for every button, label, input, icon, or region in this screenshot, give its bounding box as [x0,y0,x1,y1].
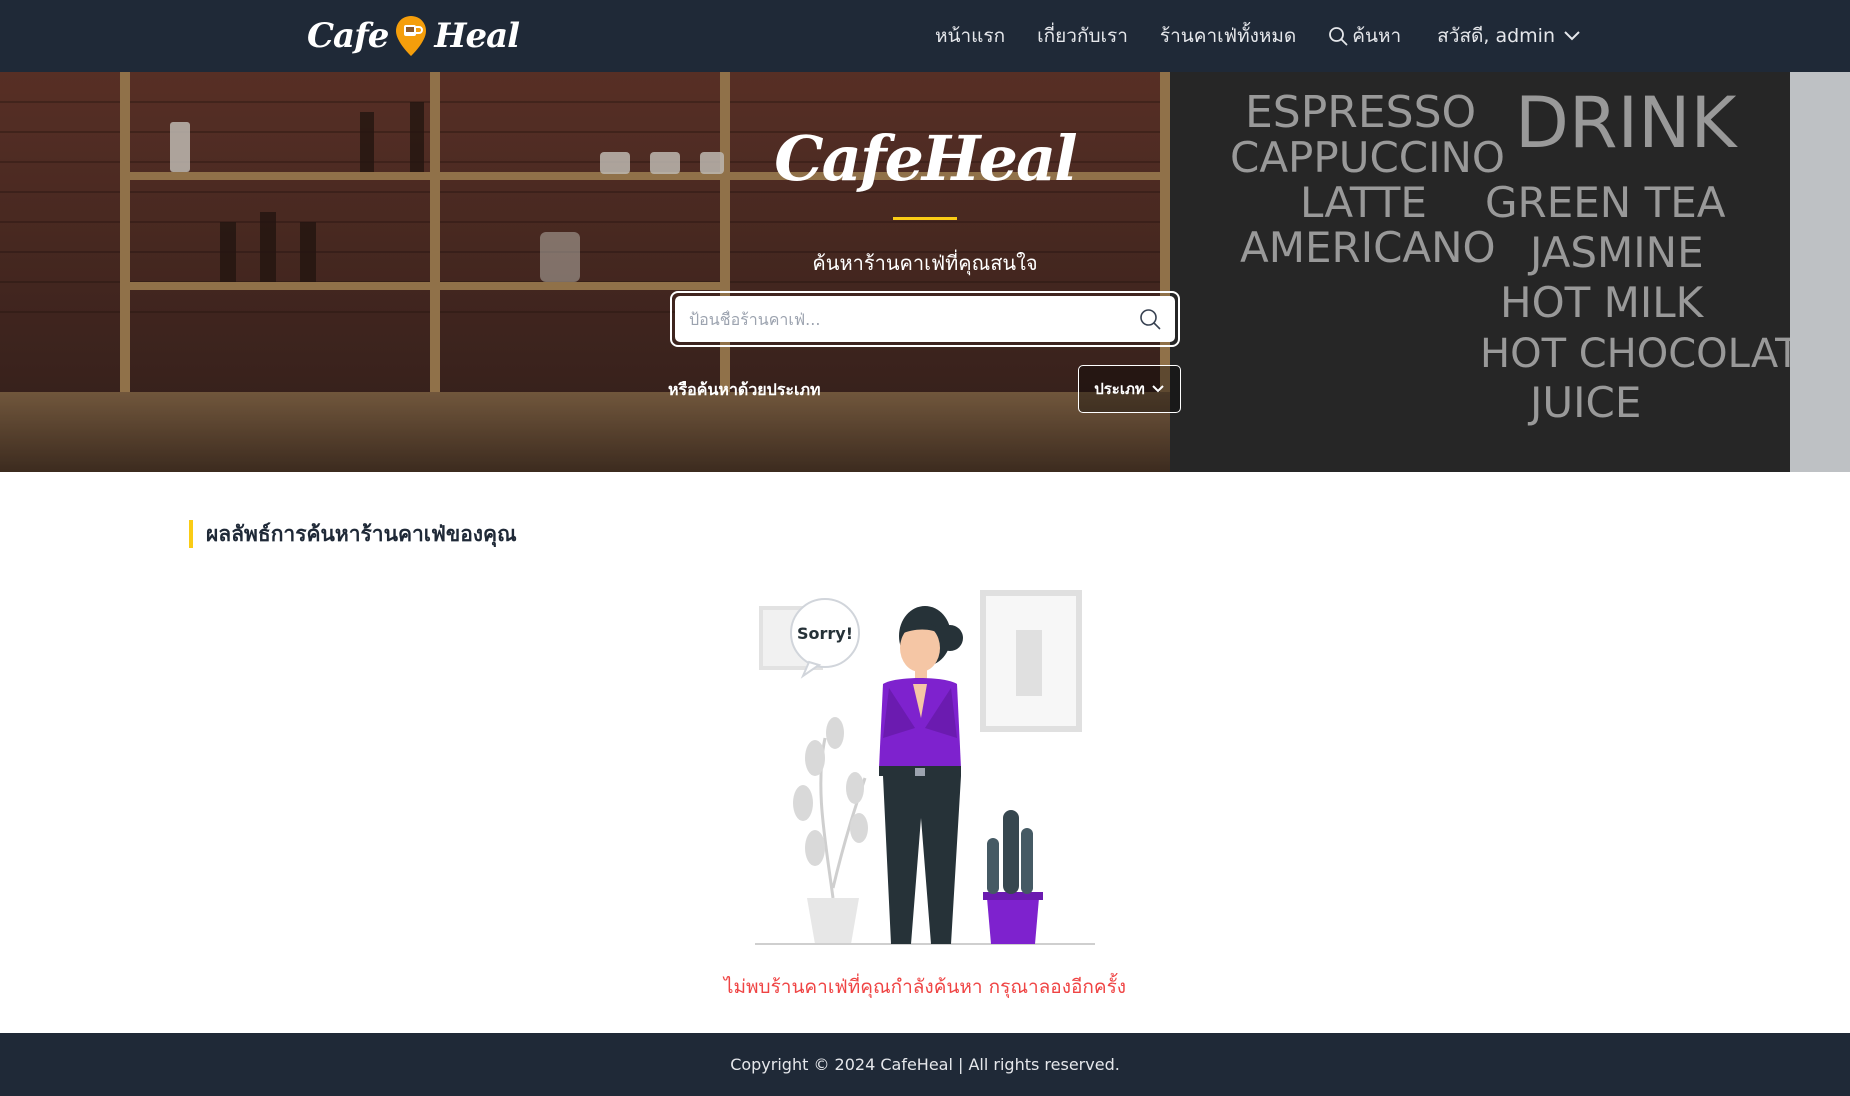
navbar: Cafe Heal หน้าแรก เกี่ยวกับเรา ร้านคาเฟ่… [0,0,1850,72]
brand-logo-right: Heal [434,16,520,56]
cafe-search-input[interactable] [689,309,1139,329]
nav-home-link[interactable]: หน้าแรก [935,21,1005,51]
search-icon[interactable] [1139,308,1161,330]
footer-copyright: Copyright © 2024 CafeHeal | All rights r… [730,1055,1120,1074]
hero-title: CafeHeal [774,122,1077,195]
main-nav: หน้าแรก เกี่ยวกับเรา ร้านคาเฟ่ทั้งหมด ค้… [935,0,1581,72]
user-greeting: สวัสดี, admin [1437,25,1555,47]
hero-banner: ESPRESSO CAPPUCCINO LATTE AMERICANO DRIN… [0,72,1850,472]
cafe-search-box [675,296,1175,342]
brand-logo[interactable]: Cafe Heal [307,14,520,58]
category-search-label: หรือค้นหาด้วยประเภท [668,380,821,399]
hero-title-underline [893,217,957,220]
chevron-down-icon [1564,31,1580,41]
category-dropdown-label: ประเภท [1094,380,1145,398]
sorry-bubble-text: Sorry! [797,624,853,643]
chevron-down-icon [1152,385,1164,393]
user-menu[interactable]: สวัสดี, admin [1437,21,1581,51]
location-pin-coffee-icon [396,16,427,56]
no-results-message: ไม่พบร้านคาเฟ่ที่คุณกำลังค้นหา กรุณาลองอ… [723,976,1127,998]
search-icon [1329,27,1348,46]
nav-search-label: ค้นหา [1352,25,1402,47]
nav-about-link[interactable]: เกี่ยวกับเรา [1037,21,1128,51]
cafe-search-bar [670,291,1180,347]
nav-all-cafes-link[interactable]: ร้านคาเฟ่ทั้งหมด [1160,21,1296,51]
category-dropdown-button[interactable]: ประเภท [1078,365,1181,413]
results-heading: ผลลัพธ์การค้นหาร้านคาเฟ่ของคุณ [189,520,517,548]
nav-search-link[interactable]: ค้นหา [1328,21,1401,51]
sorry-illustration: Sorry! [755,590,1095,945]
brand-logo-left: Cafe [307,16,389,56]
hero-subtitle: ค้นหาร้านคาเฟ่ที่คุณสนใจ [812,251,1038,275]
footer: Copyright © 2024 CafeHeal | All rights r… [0,1033,1850,1096]
